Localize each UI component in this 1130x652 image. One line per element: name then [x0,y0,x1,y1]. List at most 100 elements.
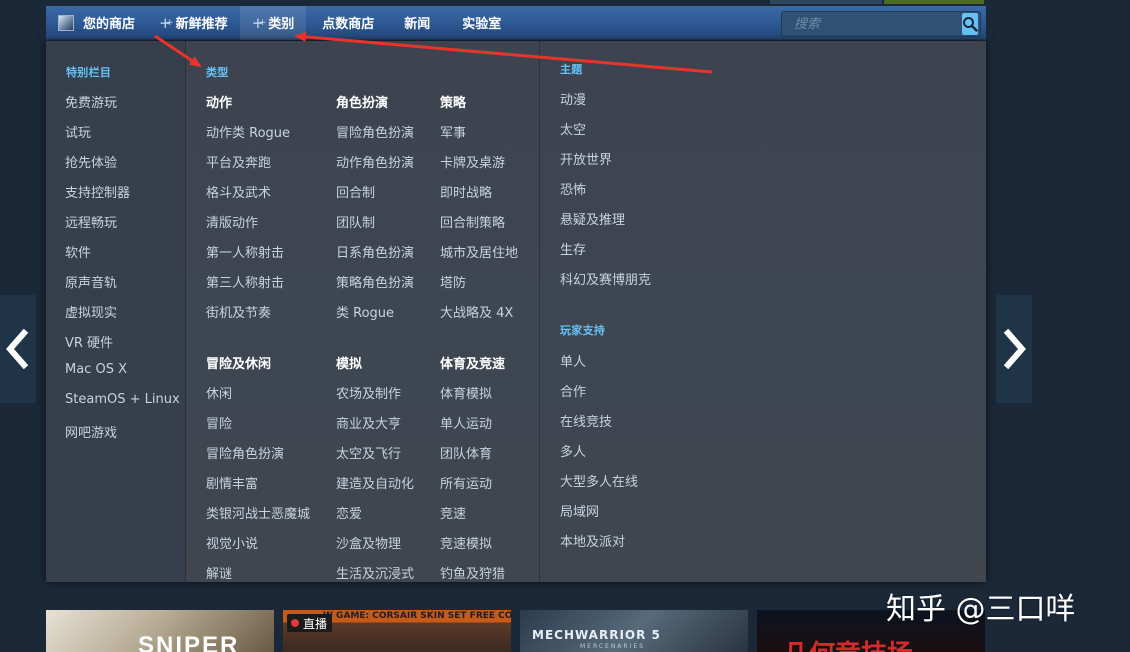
genre-item[interactable]: 所有运动 [440,473,492,492]
theme-item[interactable]: 科幻及赛博朋克 [560,269,651,288]
genre-item[interactable]: 冒险角色扮演 [206,443,284,462]
theme-item[interactable]: 太空 [560,119,586,138]
special-item-vr-hardware[interactable]: VR 硬件 [65,332,113,351]
theme-item[interactable]: 生存 [560,239,586,258]
genre-item[interactable]: 沙盒及物理 [336,533,401,552]
theme-item[interactable]: 恐怖 [560,179,586,198]
genre-item[interactable]: 策略角色扮演 [336,272,414,291]
genre-item[interactable]: 团队体育 [440,443,492,462]
genre-item[interactable]: 即时战略 [440,182,492,201]
genre-item[interactable]: 单人运动 [440,413,492,432]
special-item-linux[interactable]: SteamOS + Linux [65,392,180,407]
carousel-next-button[interactable] [996,295,1032,403]
theme-item[interactable]: 动漫 [560,89,586,108]
special-item-cafe[interactable]: 网吧游戏 [65,422,117,441]
genre-item[interactable]: 体育模拟 [440,383,492,402]
genre-adventure-title[interactable]: 冒险及休闲 [206,353,271,372]
genre-item[interactable]: 第一人称射击 [206,242,284,261]
genre-action-title[interactable]: 动作 [206,92,232,111]
genre-item[interactable]: 恋爱 [336,503,362,522]
genre-sports-title[interactable]: 体育及竞速 [440,353,505,372]
genre-heading: 类型 [206,66,229,79]
genre-item[interactable]: 农场及制作 [336,383,401,402]
genre-item[interactable]: 商业及大亨 [336,413,401,432]
theme-item[interactable]: 开放世界 [560,149,612,168]
nav-your-store[interactable]: 您的商店 [46,6,147,40]
player-item[interactable]: 局域网 [560,501,599,520]
genre-item[interactable]: 街机及节奏 [206,302,271,321]
genre-simulation-title[interactable]: 模拟 [336,353,362,372]
genre-item[interactable]: 军事 [440,122,466,141]
genre-item[interactable]: 解谜 [206,563,232,582]
special-item-controller[interactable]: 支持控制器 [65,182,130,201]
game-capsule-mechwarrior[interactable]: MECHWARRIOR 5 MERCENARIES [520,610,748,652]
plus-icon: + [252,14,266,32]
nav-categories[interactable]: + 类别 [239,5,307,40]
genre-item[interactable]: 视觉小说 [206,533,258,552]
capsule-title: SNIPER [138,632,240,652]
genre-item[interactable]: 冒险 [206,413,232,432]
genre-item[interactable]: 回合制 [336,182,375,201]
genre-item[interactable]: 城市及居住地 [440,242,518,261]
carousel-prev-button[interactable] [0,295,36,403]
genre-strategy-title[interactable]: 策略 [440,92,466,111]
special-item-soundtracks[interactable]: 原声音轨 [65,272,117,291]
genre-item[interactable]: 建造及自动化 [336,473,414,492]
nav-news-label: 新闻 [404,17,431,32]
search-icon [963,17,978,32]
genre-item[interactable]: 格斗及武术 [206,182,271,201]
zhihu-watermark: 知乎 @三口咩 [886,592,1076,627]
special-item-remote-play[interactable]: 远程畅玩 [65,212,117,231]
nav-your-store-label: 您的商店 [83,17,136,32]
genre-item[interactable]: 钓鱼及狩猎 [440,563,505,582]
player-item[interactable]: 大型多人在线 [560,471,638,490]
player-item[interactable]: 在线竞技 [560,411,612,430]
nav-new-noteworthy-label: 新鲜推荐 [175,17,228,32]
genre-item[interactable]: 塔防 [440,272,466,291]
genre-item[interactable]: 卡牌及桌游 [440,152,505,171]
theme-item[interactable]: 悬疑及推理 [560,209,625,228]
special-item-vr[interactable]: 虚拟现实 [65,302,117,321]
nav-news[interactable]: 新闻 [386,6,442,40]
plus-icon: + [159,14,173,32]
nav-new-noteworthy[interactable]: + 新鲜推荐 [147,6,240,40]
player-item[interactable]: 单人 [560,351,586,370]
genre-item[interactable]: 动作类 Rogue [206,122,290,141]
player-item[interactable]: 本地及派对 [560,531,625,550]
genre-item[interactable]: 平台及奔跑 [206,152,271,171]
special-item-mac[interactable]: Mac OS X [65,362,127,377]
nav-points-shop[interactable]: 点数商店 [306,6,386,40]
genre-item[interactable]: 竞速 [440,503,466,522]
genre-item[interactable]: 太空及飞行 [336,443,401,462]
genre-item[interactable]: 休闲 [206,383,232,402]
player-item[interactable]: 合作 [560,381,586,400]
player-item[interactable]: 多人 [560,441,586,460]
top-bar-segment-blue [770,0,882,4]
column-divider [539,41,540,582]
search-input[interactable] [782,12,962,36]
genre-item[interactable]: 类银河战士恶魔城 [206,503,310,522]
genre-item[interactable]: 冒险角色扮演 [336,122,414,141]
genre-item[interactable]: 回合制策略 [440,212,505,231]
genre-item[interactable]: 类 Rogue [336,302,394,321]
game-capsule-live[interactable]: W GAME: CORSAIR SKIN SET FREE CONTENT 直播 [283,610,511,652]
genre-item[interactable]: 生活及沉浸式 [336,563,414,582]
genre-item[interactable]: 大战略及 4X [440,302,513,321]
genre-item[interactable]: 剧情丰富 [206,473,258,492]
special-item-software[interactable]: 软件 [65,242,91,261]
special-item-free[interactable]: 免费游玩 [65,92,117,111]
game-capsule-sniper[interactable]: SNIPER [46,610,274,652]
special-sections-heading: 特别栏目 [66,66,112,79]
search-button[interactable] [962,13,978,35]
genre-item[interactable]: 第三人称射击 [206,272,284,291]
special-item-demo[interactable]: 试玩 [65,122,91,141]
genre-item[interactable]: 竞速模拟 [440,533,492,552]
genre-item[interactable]: 清版动作 [206,212,258,231]
special-item-early-access[interactable]: 抢先体验 [65,152,117,171]
genre-item[interactable]: 团队制 [336,212,375,231]
genre-item[interactable]: 动作角色扮演 [336,152,414,171]
chevron-right-icon [1003,329,1026,369]
nav-labs[interactable]: 实验室 [442,6,513,40]
genre-item[interactable]: 日系角色扮演 [336,242,414,261]
genre-rpg-title[interactable]: 角色扮演 [336,92,388,111]
